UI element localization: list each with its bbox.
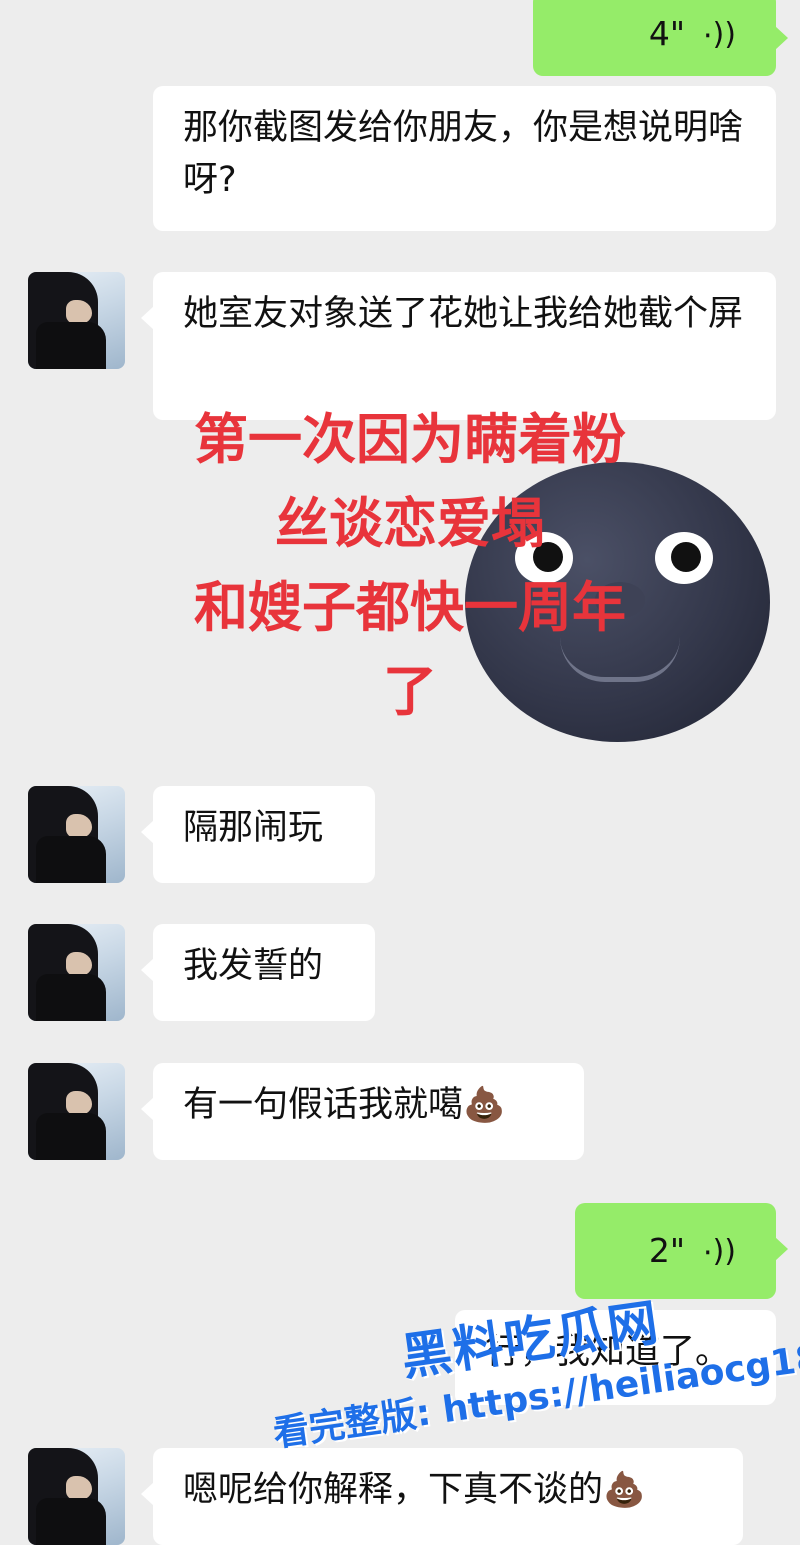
voice-duration: 4" xyxy=(648,14,686,53)
message-bubble[interactable]: 那你截图发给你朋友，你是想说明啥呀? xyxy=(153,86,776,231)
voice-duration: 2" xyxy=(648,1231,686,1270)
avatar[interactable] xyxy=(28,1063,125,1160)
message-bubble[interactable]: 有一句假话我就噶💩 xyxy=(141,1063,584,1160)
voice-wave-icon: ((· xyxy=(703,17,736,52)
message-bubble[interactable]: 我发誓的 xyxy=(141,924,375,1021)
chat-area: 4" ((· 那你截图发给你朋友，你是想说明啥呀? 她室友对象送了花她让我给她截… xyxy=(0,0,800,1545)
voice-message[interactable]: 2" ((· xyxy=(575,1203,788,1299)
message-text: 嗯呢给你解释，下真不谈的 xyxy=(183,1470,604,1510)
message-bubble[interactable]: 嗯呢给你解释，下真不谈的💩 xyxy=(141,1448,743,1545)
message-bubble[interactable]: 隔那闹玩 xyxy=(141,786,375,883)
avatar[interactable] xyxy=(28,1448,125,1545)
avatar[interactable] xyxy=(28,924,125,1021)
caption-line: 和嫂子都快一周年 xyxy=(194,576,626,639)
poop-emoji-icon: 💩 xyxy=(603,1470,646,1510)
avatar[interactable] xyxy=(28,272,125,369)
caption-line: 丝谈恋爱塌 xyxy=(275,492,545,555)
voice-wave-icon: ((· xyxy=(703,1234,736,1269)
message-text: 我发誓的 xyxy=(183,946,324,986)
message-text: 那你截图发给你朋友，你是想说明啥呀? xyxy=(183,108,744,200)
message-text: 有一句假话我就噶 xyxy=(183,1085,464,1125)
caption-line: 了 xyxy=(383,660,437,723)
voice-message[interactable]: 4" ((· xyxy=(533,0,788,76)
poop-emoji-icon: 💩 xyxy=(463,1085,506,1125)
message-text: 她室友对象送了花她让我给她截个屏 xyxy=(183,294,744,334)
avatar[interactable] xyxy=(28,786,125,883)
caption-overlay: 第一次因为瞒着粉 丝谈恋爱塌 和嫂子都快一周年 了 xyxy=(160,398,660,734)
caption-line: 第一次因为瞒着粉 xyxy=(194,408,626,471)
message-text: 隔那闹玩 xyxy=(183,808,324,848)
